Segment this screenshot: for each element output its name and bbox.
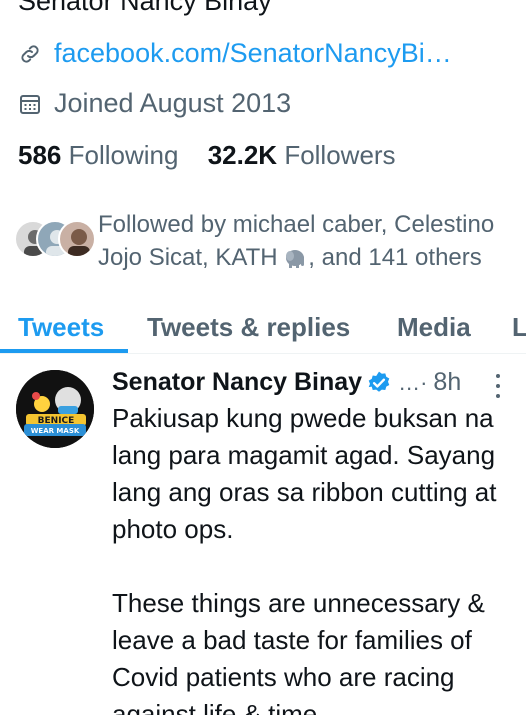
following-link[interactable]: 586 Following bbox=[18, 140, 208, 170]
tweet-author-name[interactable]: Senator Nancy Binay bbox=[112, 368, 362, 397]
avatar-text-top: BENICE bbox=[38, 416, 75, 426]
tweet-text: Pakiusap kung pwede buksan na lang para … bbox=[112, 400, 522, 715]
joined-date: Joined August 2013 bbox=[54, 88, 292, 118]
tweet-paragraph: Pakiusap kung pwede buksan na lang para … bbox=[112, 403, 497, 544]
follower-avatars bbox=[14, 218, 96, 262]
followed-by-text: Followed by michael caber, Celestino Joj… bbox=[98, 208, 518, 278]
profile-link[interactable]: facebook.com/SenatorNancyBi… bbox=[54, 38, 452, 69]
followers-count: 32.2K bbox=[207, 140, 278, 170]
tab-tweets[interactable]: Tweets bbox=[18, 300, 104, 354]
joined-row: Joined August 2013 bbox=[18, 88, 291, 119]
followers-label: Followers bbox=[284, 140, 396, 170]
follow-stats: 586 Following 32.2K Followers bbox=[18, 140, 418, 171]
profile-name: Senator Nancy Binay bbox=[18, 0, 272, 16]
tweet-avatar[interactable]: BENICE WEAR MASK bbox=[16, 370, 94, 448]
following-label: Following bbox=[68, 140, 179, 170]
avatar bbox=[58, 220, 96, 258]
verified-badge-icon bbox=[366, 370, 392, 396]
profile-tabs: Tweets Tweets & replies Media L bbox=[0, 300, 526, 354]
tweet-separator: …· bbox=[398, 369, 428, 395]
tweet-paragraph: These things are unnecessary & leave a b… bbox=[112, 588, 485, 715]
tweet-header: Senator Nancy Binay …· 8h bbox=[112, 368, 461, 397]
active-tab-indicator bbox=[0, 349, 128, 353]
more-options-icon[interactable] bbox=[493, 374, 503, 398]
profile-link-row[interactable]: facebook.com/SenatorNancyBi… bbox=[18, 38, 452, 69]
followed-by-suffix: , and 141 others bbox=[308, 244, 482, 271]
followed-by[interactable]: Followed by michael caber, Celestino Joj… bbox=[14, 208, 518, 278]
following-count: 586 bbox=[18, 140, 62, 170]
tab-media[interactable]: Media bbox=[397, 300, 471, 354]
followers-link[interactable]: 32.2K Followers bbox=[208, 140, 418, 170]
calendar-icon bbox=[18, 92, 42, 116]
tab-likes[interactable]: L bbox=[512, 300, 526, 354]
tweet-timestamp[interactable]: 8h bbox=[433, 368, 461, 397]
tab-tweets-replies[interactable]: Tweets & replies bbox=[147, 300, 350, 354]
elephant-emoji-icon bbox=[284, 245, 308, 278]
link-icon bbox=[18, 42, 42, 66]
tweet[interactable]: BENICE WEAR MASK Senator Nancy Binay …· … bbox=[0, 362, 526, 715]
avatar-text-bottom: WEAR MASK bbox=[31, 427, 80, 435]
